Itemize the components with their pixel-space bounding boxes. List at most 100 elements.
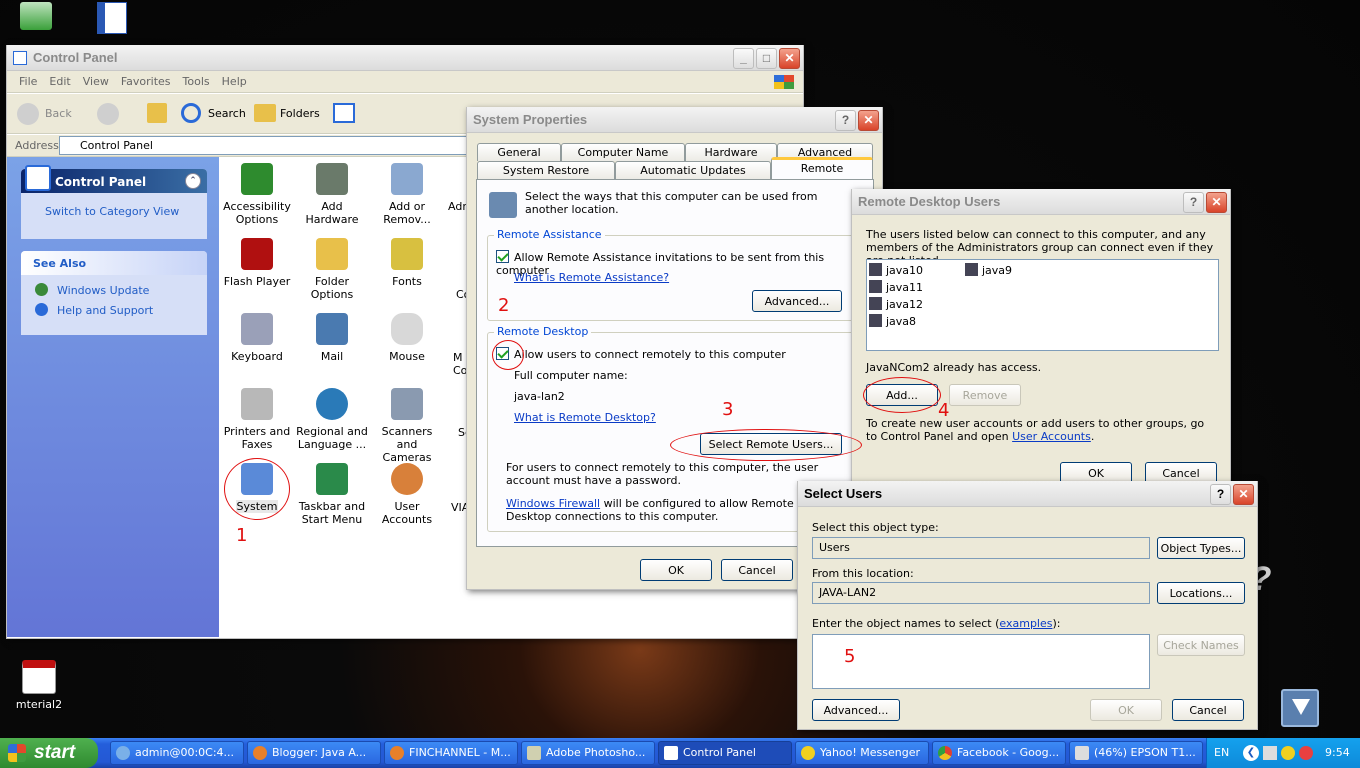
rd-checkbox-row[interactable]: Allow users to connect remotely to this … <box>496 347 786 361</box>
folders-label[interactable]: Folders <box>280 107 320 120</box>
printer-tray-icon[interactable] <box>1263 746 1277 760</box>
see-also-header[interactable]: See Also <box>21 251 207 275</box>
cp-item-mouse[interactable]: Mouse <box>371 313 443 363</box>
desktop-icon-mterial2[interactable]: mterial2 <box>4 660 74 711</box>
tab-automatic-updates[interactable]: Automatic Updates <box>615 161 771 179</box>
remote-desktop-users-dialog: Remote Desktop Users ? ✕ The users liste… <box>851 189 1231 485</box>
firewall-link[interactable]: Windows Firewall <box>506 497 600 510</box>
menu-file[interactable]: File <box>13 75 43 88</box>
control-panel-titlebar[interactable]: Control Panel <box>7 45 803 71</box>
help-support-link[interactable]: Help and Support <box>57 304 153 317</box>
task-yahoo[interactable]: Yahoo! Messenger <box>795 741 929 765</box>
what-is-ra-link[interactable]: What is Remote Assistance? <box>514 271 669 284</box>
tray-chevron-icon[interactable]: ❮ <box>1243 745 1259 761</box>
menu-edit[interactable]: Edit <box>43 75 76 88</box>
cp-item-printers[interactable]: Printers and Faxes <box>221 388 293 451</box>
task-epson[interactable]: (46%) EPSON T1... <box>1069 741 1203 765</box>
language-indicator[interactable]: EN <box>1214 746 1229 759</box>
desktop-recycle-bin-icon[interactable] <box>20 2 52 30</box>
cp-item-add-hardware[interactable]: Add Hardware <box>296 163 368 226</box>
cp-item-user-accounts[interactable]: User Accounts <box>371 463 443 526</box>
cp-item-scanners[interactable]: Scanners and Cameras <box>371 388 443 464</box>
advanced-button[interactable]: Advanced... <box>812 699 900 721</box>
search-label[interactable]: Search <box>208 107 246 120</box>
folders-icon[interactable] <box>254 104 276 122</box>
users-list[interactable]: java10 java11 java12 java8 java9 <box>866 259 1219 351</box>
menu-view[interactable]: View <box>77 75 115 88</box>
cp-item-accessibility[interactable]: Accessibility Options <box>221 163 293 226</box>
maximize-button[interactable]: □ <box>756 48 777 69</box>
object-names-input[interactable] <box>812 634 1150 689</box>
cp-item-fonts[interactable]: Fonts <box>371 238 443 288</box>
tab-system-restore[interactable]: System Restore <box>477 161 615 179</box>
start-button[interactable]: start <box>0 738 98 768</box>
system-properties-titlebar[interactable]: System Properties <box>467 107 882 133</box>
menu-help[interactable]: Help <box>216 75 253 88</box>
task-photoshop[interactable]: Adobe Photosho... <box>521 741 655 765</box>
user-accounts-link[interactable]: User Accounts <box>1012 430 1091 443</box>
collapse-chevron-icon[interactable]: ⌃ <box>185 173 201 189</box>
menu-tools[interactable]: Tools <box>177 75 216 88</box>
task-blogger[interactable]: Blogger: Java A... <box>247 741 381 765</box>
task-facebook[interactable]: Facebook - Goog... <box>932 741 1066 765</box>
tab-general[interactable]: General <box>477 143 561 161</box>
cp-item-keyboard[interactable]: Keyboard <box>221 313 293 363</box>
download-arrow-icon[interactable] <box>1281 689 1319 727</box>
tab-computer-name[interactable]: Computer Name <box>561 143 685 161</box>
cancel-button[interactable]: Cancel <box>721 559 793 581</box>
help-button[interactable]: ? <box>1183 192 1204 213</box>
cp-item-label: Accessibility Options <box>223 200 291 226</box>
close-button[interactable]: ✕ <box>779 48 800 69</box>
tab-hardware[interactable]: Hardware <box>685 143 777 161</box>
list-item[interactable]: java8 <box>869 314 916 328</box>
forward-arrow-icon[interactable] <box>97 103 119 125</box>
list-item[interactable]: java10 <box>869 263 923 277</box>
cp-item-add-remove[interactable]: Add or Remov... <box>371 163 443 226</box>
ok-button[interactable]: OK <box>640 559 712 581</box>
menu-favorites[interactable]: Favorites <box>115 75 177 88</box>
cp-item-taskbar[interactable]: Taskbar and Start Menu <box>296 463 368 526</box>
minimize-button[interactable]: _ <box>733 48 754 69</box>
cp-item-partial[interactable]: M Co <box>453 351 467 377</box>
ra-advanced-button[interactable]: Advanced... <box>752 290 842 312</box>
views-icon[interactable] <box>333 103 355 123</box>
task-label: Adobe Photosho... <box>546 746 646 759</box>
group-title: Remote Assistance <box>494 228 605 241</box>
cancel-button[interactable]: Cancel <box>1172 699 1244 721</box>
task-finchannel[interactable]: FINCHANNEL - M... <box>384 741 518 765</box>
tab-remote[interactable]: Remote <box>771 157 873 180</box>
back-arrow-icon[interactable] <box>17 103 39 125</box>
switch-view-link[interactable]: Switch to Category View <box>45 205 179 218</box>
cp-item-mail[interactable]: Mail <box>296 313 368 363</box>
object-types-button[interactable]: Object Types... <box>1157 537 1245 559</box>
cp-item-regional[interactable]: Regional and Language ... <box>296 388 368 451</box>
address-input[interactable]: Control Panel <box>59 136 479 155</box>
what-is-rd-link[interactable]: What is Remote Desktop? <box>514 411 656 424</box>
ra-checkbox[interactable] <box>496 250 509 263</box>
close-button[interactable]: ✕ <box>1233 484 1254 505</box>
dialog-title: System Properties <box>473 112 588 127</box>
windows-update-link[interactable]: Windows Update <box>57 284 149 297</box>
user-icon <box>965 263 978 276</box>
search-icon[interactable] <box>181 103 201 123</box>
rdu-titlebar[interactable]: Remote Desktop Users <box>852 189 1230 215</box>
task-admin[interactable]: admin@00:0C:4... <box>110 741 244 765</box>
select-users-titlebar[interactable]: Select Users <box>798 481 1257 507</box>
close-button[interactable]: ✕ <box>858 110 879 131</box>
cp-item-flash[interactable]: Flash Player <box>221 238 293 288</box>
list-item[interactable]: java9 <box>965 263 1012 277</box>
alert-tray-icon[interactable] <box>1299 746 1313 760</box>
examples-link[interactable]: examples <box>999 617 1052 630</box>
close-button[interactable]: ✕ <box>1206 192 1227 213</box>
help-button[interactable]: ? <box>1210 484 1231 505</box>
yahoo-tray-icon[interactable] <box>1281 746 1295 760</box>
desktop-word-doc-icon[interactable] <box>97 2 127 34</box>
list-item[interactable]: java12 <box>869 297 923 311</box>
cp-item-folder-options[interactable]: Folder Options <box>296 238 368 301</box>
help-button[interactable]: ? <box>835 110 856 131</box>
locations-button[interactable]: Locations... <box>1157 582 1245 604</box>
up-folder-icon[interactable] <box>147 103 167 123</box>
task-control-panel[interactable]: Control Panel <box>658 741 792 765</box>
list-item[interactable]: java11 <box>869 280 923 294</box>
back-label[interactable]: Back <box>45 107 72 120</box>
